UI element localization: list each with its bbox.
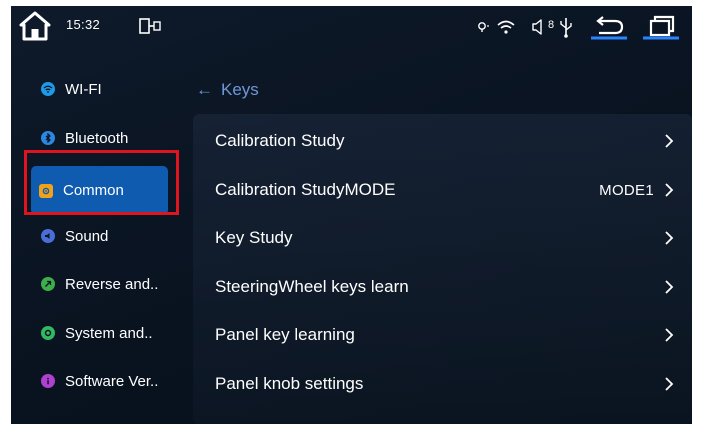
info-icon [41, 374, 55, 388]
row-label: Calibration Study [215, 131, 345, 150]
sidebar-item-label: WI-FI [65, 80, 102, 98]
sidebar-item-label: Software Ver.. [65, 372, 159, 390]
reverse-icon [41, 277, 55, 291]
status-bar: 15:32 8 [11, 6, 692, 48]
sidebar-item-label: Reverse and.. [65, 275, 159, 293]
sidebar-item-common[interactable]: Common [31, 166, 168, 215]
sidebar-item-system[interactable]: System and.. [33, 313, 181, 353]
row-label: Calibration StudyMODE [215, 180, 396, 199]
row-panel-knob-settings[interactable]: Panel knob settings [193, 360, 692, 408]
back-icon[interactable] [589, 14, 629, 40]
volume-level: 8 [548, 19, 555, 31]
sidebar-item-wifi[interactable]: WI-FI [33, 69, 181, 109]
dock-icon[interactable] [138, 16, 162, 36]
clock: 15:32 [66, 17, 101, 32]
home-icon[interactable] [18, 9, 52, 43]
sidebar-item-label: Sound [65, 227, 109, 245]
sidebar-item-label: Common [63, 182, 124, 199]
back-arrow-icon[interactable]: ← [196, 80, 213, 100]
chevron-right-icon [665, 328, 674, 342]
breadcrumb[interactable]: ← Keys [196, 80, 259, 100]
recent-apps-icon[interactable] [641, 14, 681, 40]
row-value: MODE1 [599, 181, 654, 199]
chevron-right-icon [665, 280, 674, 294]
chevron-right-icon [665, 377, 674, 391]
row-calibration-study-mode[interactable]: Calibration StudyMODE MODE1 [193, 166, 692, 214]
row-label: Panel key learning [215, 325, 355, 344]
wifi-icon [497, 20, 515, 34]
system-icon [41, 326, 55, 340]
sidebar-item-software-version[interactable]: Software Ver.. [33, 361, 181, 401]
row-panel-key-learning[interactable]: Panel key learning [193, 311, 692, 359]
row-calibration-study[interactable]: Calibration Study [193, 117, 692, 165]
sidebar-item-label: Bluetooth [65, 129, 129, 147]
chevron-right-icon [665, 134, 674, 148]
gear-icon [39, 183, 53, 198]
row-key-study[interactable]: Key Study [193, 214, 692, 262]
wifi-icon [41, 82, 55, 96]
bluetooth-icon [41, 131, 55, 145]
chevron-right-icon [665, 231, 674, 245]
location-icon [478, 22, 489, 32]
main-panel: ← Keys Calibration Study Calibration Stu… [181, 64, 692, 424]
page-title: Keys [221, 80, 259, 99]
sidebar-item-reverse[interactable]: Reverse and.. [33, 264, 181, 304]
usb-icon [560, 18, 572, 38]
sidebar-item-label: System and.. [65, 324, 153, 342]
settings-list: Calibration Study Calibration StudyMODE … [193, 114, 692, 424]
sidebar-item-bluetooth[interactable]: Bluetooth [33, 118, 181, 158]
screen: 15:32 8 WI-FI Bluetooth Common Sound Rev… [11, 6, 692, 424]
chevron-right-icon [665, 183, 674, 197]
row-label: Panel knob settings [215, 374, 364, 393]
volume-icon [532, 19, 542, 35]
row-label: Key Study [215, 228, 293, 247]
row-label: SteeringWheel keys learn [215, 277, 409, 296]
row-steering-wheel-keys-learn[interactable]: SteeringWheel keys learn [193, 263, 692, 311]
speaker-icon [41, 229, 55, 243]
sidebar-item-sound[interactable]: Sound [33, 216, 181, 256]
